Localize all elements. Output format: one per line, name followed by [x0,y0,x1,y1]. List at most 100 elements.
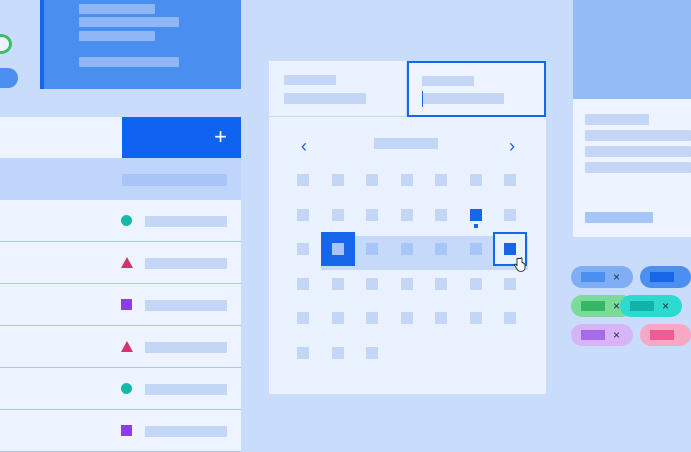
calendar-day[interactable] [321,301,355,335]
add-item-button[interactable]: + [122,117,241,158]
day-label [470,243,482,255]
calendar-day[interactable] [459,163,493,197]
calendar-day[interactable] [286,163,320,197]
calendar-day[interactable] [390,198,424,232]
day-label [435,243,447,255]
day-label [435,174,447,186]
tag-chip[interactable] [640,266,691,288]
tag-chip[interactable]: × [620,295,682,317]
day-label [366,174,378,186]
calendar-day[interactable] [355,336,389,370]
day-label [366,312,378,324]
start-date-field[interactable] [269,61,407,117]
calendar-day[interactable] [355,198,389,232]
calendar-day[interactable] [355,163,389,197]
chip-label [581,301,605,311]
day-label [504,174,516,186]
circle-icon [121,383,132,394]
next-month-button[interactable]: › [509,137,515,155]
list-item[interactable] [0,284,241,326]
details-card-header [573,0,691,99]
prev-month-button[interactable]: ‹ [301,137,307,155]
card-text-line [79,4,155,14]
day-label [504,243,516,255]
chip-close-icon[interactable]: × [613,269,620,285]
chip-close-icon[interactable]: × [662,298,669,314]
calendar-day[interactable] [286,198,320,232]
chip-close-icon[interactable]: × [613,327,620,343]
day-label [401,174,413,186]
toggle-switch[interactable] [0,68,18,88]
day-label [504,209,516,221]
day-label [470,312,482,324]
calendar-day[interactable] [493,198,527,232]
chip-close-icon[interactable]: × [613,298,620,314]
day-label [332,347,344,359]
day-label [401,243,413,255]
calendar-day[interactable] [286,267,320,301]
in-range-day[interactable] [424,232,458,266]
calendar-day[interactable] [424,163,458,197]
day-label [435,312,447,324]
calendar-day[interactable] [493,163,527,197]
list-item[interactable] [0,200,241,242]
chip-label [581,330,605,340]
calendar-day[interactable] [459,301,493,335]
tag-chip[interactable] [640,324,691,346]
triangle-icon [121,257,133,268]
calendar-day[interactable] [286,301,320,335]
in-range-day[interactable] [390,232,424,266]
calendar-day[interactable] [321,163,355,197]
day-label [504,278,516,290]
in-range-day[interactable] [459,232,493,266]
list-item[interactable] [0,326,241,368]
day-label [470,278,482,290]
day-label [401,312,413,324]
today-indicator [474,224,478,228]
day-label [504,312,516,324]
calendar-day[interactable] [390,163,424,197]
day-label [332,174,344,186]
details-action-line [585,212,653,223]
details-text-line [585,162,691,173]
start-date-label [284,75,336,85]
tag-chip[interactable]: × [571,324,633,346]
card-text-line [79,17,179,27]
details-title-line [585,114,649,125]
calendar-day[interactable] [355,301,389,335]
day-label [297,347,309,359]
calendar-day[interactable] [424,198,458,232]
list-item[interactable] [0,410,241,452]
day-label [366,209,378,221]
calendar-day[interactable] [424,267,458,301]
calendar-day[interactable] [390,301,424,335]
calendar-day[interactable] [493,301,527,335]
calendar-day[interactable] [321,198,355,232]
square-icon [121,425,132,436]
day-label [435,278,447,290]
list-item[interactable] [0,242,241,284]
calendar-day[interactable] [321,336,355,370]
calendar-day[interactable] [459,267,493,301]
calendar-day[interactable] [321,267,355,301]
list-item-label [145,300,227,311]
day-label [401,209,413,221]
chip-label [581,272,605,282]
today-day[interactable] [459,198,493,232]
calendar-day[interactable] [286,336,320,370]
list-item[interactable] [0,368,241,410]
day-label [297,243,309,255]
end-date-field[interactable] [407,61,546,117]
tag-chip[interactable]: × [571,266,633,288]
range-start-day[interactable] [321,232,355,266]
calendar-day[interactable] [286,232,320,266]
calendar-day[interactable] [424,301,458,335]
calendar-day[interactable] [390,267,424,301]
day-label [366,347,378,359]
column-header [0,158,241,200]
in-range-day[interactable] [355,232,389,266]
day-label [470,209,482,221]
column-header-label [122,174,227,186]
calendar-day[interactable] [355,267,389,301]
radio-button[interactable] [0,34,12,54]
